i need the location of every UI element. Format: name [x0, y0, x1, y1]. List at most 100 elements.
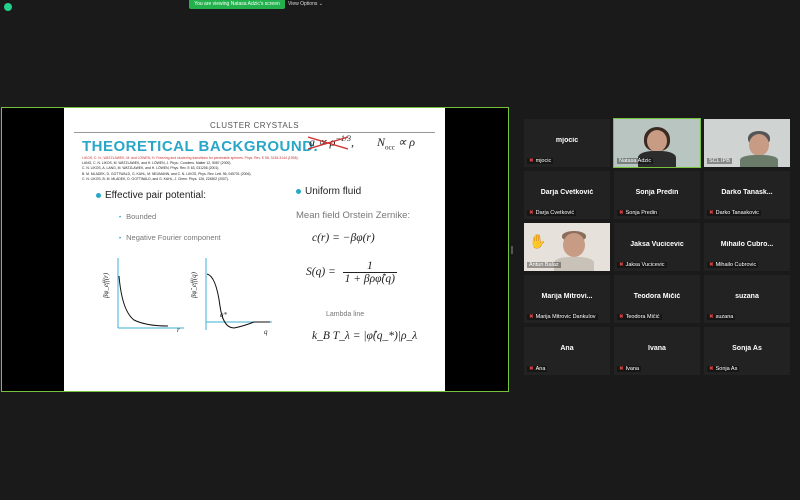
shield-icon[interactable]	[4, 3, 12, 11]
slide-section-title: CLUSTER CRYSTALS	[209, 121, 300, 130]
bullet-dot	[96, 192, 101, 198]
participant-tile[interactable]: Natasa Adzic	[613, 118, 701, 168]
participant-big-name: Mihailo Cubro...	[720, 241, 774, 248]
participant-tile[interactable]: suzana ✖ suzana	[704, 275, 790, 323]
participant-label: ✖ Ana	[527, 366, 548, 372]
participant-tile[interactable]: Jaksa Vucicevic ✖ Jaksa Vucicevic	[614, 223, 700, 271]
graph2-ylabel: βφ̂_eff(q)	[190, 271, 198, 298]
participant-label: ✖ Darja Cvetković	[527, 210, 577, 216]
participant-label: SCL IPB	[707, 158, 732, 164]
mic-muted-icon: ✖	[529, 158, 534, 164]
mic-muted-icon: ✖	[619, 262, 624, 268]
participant-name: Ivana	[625, 366, 640, 372]
bullet-text: Uniform fluid	[305, 186, 362, 197]
participant-tile[interactable]: Teodora Mičić ✖ Teodora Mičić	[614, 275, 700, 323]
formula-n-sub: occ	[384, 143, 395, 152]
mic-muted-icon: ✖	[709, 314, 714, 320]
participant-tile[interactable]: Sonja Predin ✖ Sonja Predin	[614, 171, 700, 219]
participant-name: suzana	[715, 314, 734, 320]
mic-muted-icon: ✖	[529, 210, 534, 216]
participant-name: Marija Mitrovic Dankulov	[535, 314, 596, 320]
participant-big-name: Sonja Predin	[635, 189, 679, 196]
participant-tile[interactable]: Sonja As ✖ Sonja As	[704, 327, 790, 375]
participant-label: ✖ Marija Mitrovic Dankulov	[527, 314, 598, 320]
cross-out-mark	[308, 136, 348, 150]
panel-resize-handle[interactable]	[511, 246, 513, 254]
participant-tile[interactable]: SCL IPB	[704, 119, 790, 167]
participant-label: Antun Balaz	[527, 262, 561, 268]
participant-big-name: Jaksa Vucicevic	[630, 241, 684, 248]
participant-name: Ana	[535, 366, 546, 372]
formula-n-rest: ∝ ρ	[394, 135, 416, 149]
participant-name: Sonja Predin	[625, 210, 658, 216]
mic-muted-icon: ✖	[529, 366, 534, 372]
participant-big-name: Darko Tanask...	[721, 189, 773, 196]
participant-name: Sonja As	[715, 366, 738, 372]
participant-name: Teodora Mičić	[625, 314, 660, 320]
slide: CLUSTER CRYSTALS THEORETICAL BACKGROUND.…	[64, 108, 445, 391]
sub-negative-fourier: Negative Fourier component	[119, 233, 221, 242]
mic-muted-icon: ✖	[709, 262, 714, 268]
slide-heading: THEORETICAL BACKGROUND.	[82, 138, 319, 155]
participant-tile[interactable]: Darja Cvetković ✖ Darja Cvetković	[524, 171, 610, 219]
participant-tile[interactable]: Mihailo Cubro... ✖ Mihailo Cubrovic	[704, 223, 790, 271]
equation-s: S(q) = 1 1 + βρφ̂(q)	[306, 260, 397, 285]
participant-tile[interactable]: Marija Mitrovi... ✖ Marija Mitrovic Danku…	[524, 275, 610, 323]
video-face	[647, 130, 667, 152]
participant-tile[interactable]: ✋ Antun Balaz	[524, 223, 610, 271]
participant-name: Darko Tanaskovic	[715, 210, 759, 216]
graph2-qstar: q*	[220, 311, 227, 319]
participant-big-name: suzana	[735, 293, 759, 300]
mean-field-label: Mean field Orstein Zernike:	[296, 210, 411, 221]
participant-big-name: Darja Cvetković	[540, 189, 594, 196]
video-shirt	[740, 155, 778, 167]
participant-big-name: mjocic	[555, 137, 579, 144]
participant-name: Jaksa Vucicevic	[625, 262, 665, 268]
mic-muted-icon: ✖	[619, 314, 624, 320]
graph-potential-r	[117, 258, 184, 329]
participant-name: mjocic	[535, 158, 552, 164]
mic-muted-icon: ✖	[709, 366, 714, 372]
video-face	[563, 233, 585, 257]
participant-label: ✖ Teodora Mičić	[617, 314, 662, 320]
participant-big-name: Marija Mitrovi...	[541, 293, 593, 300]
view-options-button[interactable]: View Options ⌄	[288, 0, 323, 9]
participant-tile[interactable]: mjocic ✖ mjocic	[524, 119, 610, 167]
participant-label: Natasa Adzic	[617, 158, 654, 164]
participant-label: ✖ Sonja Predin	[617, 210, 660, 216]
slide-divider	[74, 132, 435, 133]
bullet-uniform-fluid: Uniform fluid	[296, 186, 361, 197]
participant-name: Natasa Adzic	[619, 158, 652, 164]
participant-tile[interactable]: Ana ✖ Ana	[524, 327, 610, 375]
participant-label: ✖ Mihailo Cubrovic	[707, 262, 759, 268]
graph-potential-q	[205, 258, 272, 330]
participant-big-name: Teodora Mičić	[633, 293, 681, 300]
mic-muted-icon: ✖	[529, 314, 534, 320]
participant-big-name: Ivana	[648, 345, 666, 352]
mic-muted-icon: ✖	[619, 366, 624, 372]
bullet-text: Effective pair potential:	[105, 190, 206, 201]
participant-label: ✖ mjocic	[527, 158, 554, 164]
bullet-dot	[296, 188, 301, 194]
mic-muted-icon: ✖	[709, 210, 714, 216]
participant-name: Mihailo Cubrovic	[715, 262, 757, 268]
scaling-formula: a ∝ ρ−1/3, Nocc ∝ ρ	[308, 134, 416, 152]
participant-big-name: Sonja As	[732, 345, 762, 352]
formula-n: N	[376, 135, 385, 149]
participant-name: Antun Balaz	[529, 262, 559, 268]
participant-name: Darja Cvetković	[535, 210, 575, 216]
graph1-xlabel: r	[177, 326, 180, 334]
equation-s-num: 1	[342, 260, 397, 273]
video-face	[749, 134, 769, 156]
graph2-xlabel: q	[264, 328, 268, 336]
participant-big-name: Ana	[560, 345, 574, 352]
participant-name: SCL IPB	[709, 158, 730, 164]
equation-s-lhs: S(q) =	[306, 266, 336, 279]
participant-label: ✖ Darko Tanaskovic	[707, 210, 761, 216]
equation-k: k_B T_λ = |φ̂(q_*)|ρ_λ	[312, 330, 418, 342]
participant-tile[interactable]: Darko Tanask... ✖ Darko Tanaskovic	[704, 171, 790, 219]
raised-hand-icon: ✋	[529, 233, 547, 249]
lambda-line-label: Lambda line	[326, 311, 365, 318]
bullet-effective-pair: Effective pair potential:	[96, 190, 206, 201]
participant-tile[interactable]: Ivana ✖ Ivana	[614, 327, 700, 375]
